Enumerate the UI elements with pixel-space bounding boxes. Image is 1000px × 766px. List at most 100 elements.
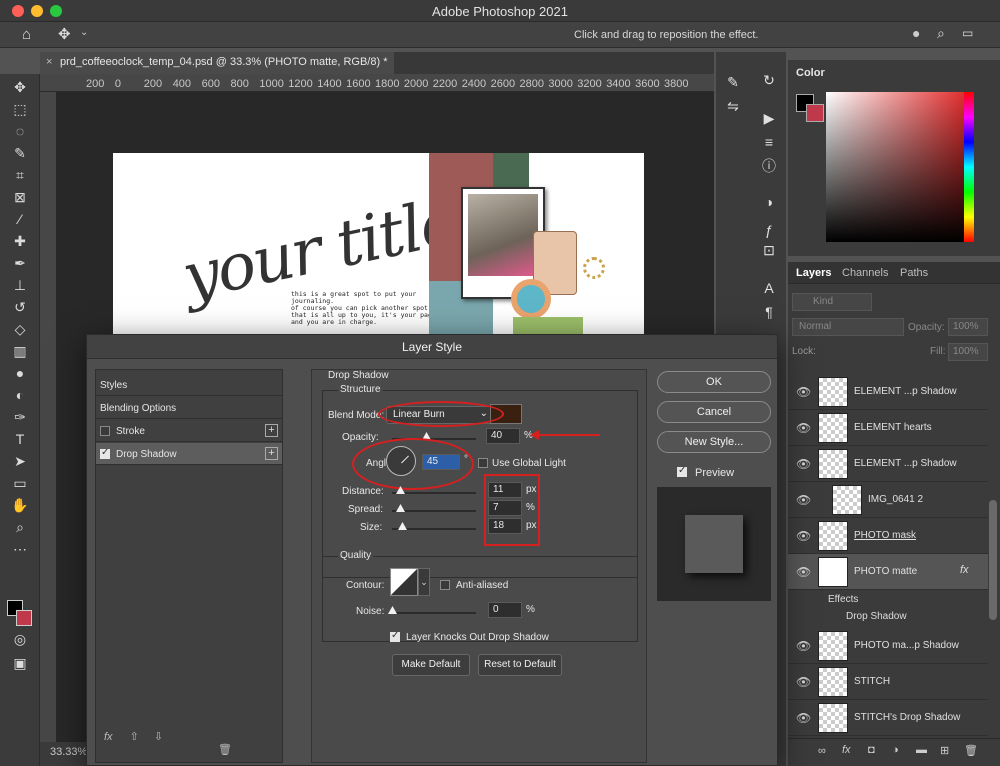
ok-button[interactable]: OK xyxy=(657,371,771,393)
use-global-light-checkbox[interactable] xyxy=(478,458,488,468)
properties-icon[interactable]: ≡ xyxy=(758,132,780,152)
eye-icon[interactable]: 👁 xyxy=(796,385,811,399)
tab-channels[interactable]: Channels xyxy=(842,267,888,279)
crop-tool-icon[interactable]: ⌗ xyxy=(10,166,30,184)
anti-aliased-checkbox[interactable] xyxy=(440,580,450,590)
make-default-button[interactable]: Make Default xyxy=(392,654,470,676)
eye-icon[interactable]: 👁 xyxy=(796,675,811,689)
home-icon[interactable]: ⌂ xyxy=(22,26,31,43)
effect-drop-shadow[interactable]: Drop Shadow xyxy=(846,611,907,622)
trash-icon[interactable]: 🗑 xyxy=(964,744,978,757)
eye-icon[interactable]: 👁 xyxy=(796,711,811,725)
path-select-tool-icon[interactable]: ➤ xyxy=(10,452,30,470)
noise-field[interactable]: 0 xyxy=(488,602,522,618)
quick-mask-icon[interactable]: ◎ xyxy=(10,630,30,648)
zoom-tool-icon[interactable]: ⌕ xyxy=(10,518,30,536)
tab-paths[interactable]: Paths xyxy=(900,267,928,279)
frame-tool-icon[interactable]: ⊠ xyxy=(10,188,30,206)
contour-dropdown-icon[interactable]: ⌄ xyxy=(418,568,430,596)
eye-icon[interactable]: 👁 xyxy=(796,639,811,653)
fx-icon[interactable]: fx xyxy=(960,564,969,576)
layer-row[interactable]: 👁 ELEMENT ...p Shadow xyxy=(788,446,988,482)
stroke-checkbox[interactable] xyxy=(100,426,110,436)
eye-icon[interactable]: 👁 xyxy=(796,457,811,471)
eye-icon[interactable]: 👁 xyxy=(796,565,811,579)
adjustments-icon[interactable]: ◑ xyxy=(758,192,780,212)
adjust-icon[interactable]: ⇋ xyxy=(722,96,744,116)
layer-blend-select[interactable]: Normal xyxy=(792,318,904,336)
history-icon[interactable]: ↻ xyxy=(758,70,780,90)
layer-row[interactable]: 👁 ELEMENT hearts xyxy=(788,410,988,446)
reset-to-default-button[interactable]: Reset to Default xyxy=(478,654,562,676)
character-icon[interactable]: A xyxy=(758,278,780,298)
color-field[interactable] xyxy=(826,92,974,242)
contour-preview[interactable] xyxy=(390,568,418,596)
layer-row[interactable]: 👁 PHOTO ma...p Shadow xyxy=(788,628,988,664)
close-tab-icon[interactable]: × xyxy=(46,56,52,68)
history-brush-icon[interactable]: ↺ xyxy=(10,298,30,316)
layer-row-selected[interactable]: 👁 PHOTO matte fx xyxy=(788,554,988,590)
actions-play-icon[interactable]: ▶ xyxy=(758,108,780,128)
drop-shadow-item[interactable]: Drop Shadow + xyxy=(96,443,282,465)
layer-row[interactable]: 👁 ELEMENT ...p Shadow xyxy=(788,374,988,410)
healing-tool-icon[interactable]: ✚ xyxy=(10,232,30,250)
tab-layers[interactable]: Layers xyxy=(796,267,831,279)
move-down-icon[interactable]: ⇩ xyxy=(154,731,163,743)
stroke-item[interactable]: Stroke + xyxy=(96,420,282,442)
eye-icon[interactable]: 👁 xyxy=(796,529,811,543)
lasso-tool-icon[interactable]: ◌ xyxy=(10,122,30,140)
hue-slider[interactable] xyxy=(964,92,974,242)
styles-item[interactable]: Styles xyxy=(96,374,282,396)
rectangle-tool-icon[interactable]: ▭ xyxy=(10,474,30,492)
layer-row[interactable]: 👁 STITCH xyxy=(788,664,988,700)
layer-row[interactable]: 👁 STITCH's Drop Shadow xyxy=(788,700,988,736)
move-tool-icon[interactable]: ✥ xyxy=(58,25,71,43)
layer-row[interactable]: 👁 IMG_0641 2 xyxy=(788,482,988,518)
layer-knocks-out-checkbox[interactable] xyxy=(390,630,400,642)
add-stroke-icon[interactable]: + xyxy=(265,424,278,437)
styles-fx-icon[interactable]: ƒ xyxy=(758,220,780,240)
document-tab[interactable]: × prd_coffeeoclock_temp_04.psd @ 33.3% (… xyxy=(40,52,394,74)
add-drop-shadow-icon[interactable]: + xyxy=(265,447,278,460)
type-tool-icon[interactable]: T xyxy=(10,430,30,448)
more-tools-icon[interactable]: ⋯ xyxy=(10,540,30,558)
info-icon[interactable]: ⓘ xyxy=(758,156,780,176)
cancel-button[interactable]: Cancel xyxy=(657,401,771,423)
workspace-icon[interactable]: ▭ xyxy=(962,26,973,40)
hand-tool-icon[interactable]: ✋ xyxy=(10,496,30,514)
fx-icon[interactable]: fx xyxy=(842,744,851,756)
dodge-tool-icon[interactable]: ◐ xyxy=(10,386,30,404)
eye-icon[interactable]: 👁 xyxy=(796,493,811,507)
gradient-tool-icon[interactable]: ▥ xyxy=(10,342,30,360)
blending-options-item[interactable]: Blending Options xyxy=(96,397,282,419)
quick-select-tool-icon[interactable]: ✎ xyxy=(10,144,30,162)
link-icon[interactable]: ∞ xyxy=(818,745,826,757)
user-icon[interactable]: ● xyxy=(912,25,920,41)
layer-opacity-field[interactable]: 100% xyxy=(948,318,988,336)
move-up-icon[interactable]: ⇧ xyxy=(130,731,139,743)
new-style-button[interactable]: New Style... xyxy=(657,431,771,453)
folder-icon[interactable]: ▬ xyxy=(916,744,927,756)
drop-shadow-checkbox[interactable] xyxy=(100,447,110,459)
layers-scroll-thumb[interactable] xyxy=(989,500,997,620)
brush-settings-icon[interactable]: ✎ xyxy=(722,72,744,92)
paragraph-icon[interactable]: ¶ xyxy=(758,302,780,322)
search-icon[interactable]: ⌕ xyxy=(937,25,945,42)
trash-icon[interactable]: 🗑 xyxy=(218,744,232,756)
eye-icon[interactable]: 👁 xyxy=(796,421,811,435)
layer-fill-field[interactable]: 100% xyxy=(948,343,988,361)
new-layer-icon[interactable]: ⊞ xyxy=(940,744,949,757)
screen-mode-icon[interactable]: ▣ xyxy=(10,654,30,672)
adjustment-layer-icon[interactable]: ◑ xyxy=(892,744,899,756)
chevron-down-icon[interactable]: ⌄ xyxy=(80,27,88,38)
opacity-field[interactable]: 40 xyxy=(486,428,520,444)
preview-checkbox[interactable] xyxy=(677,465,687,477)
eyedropper-tool-icon[interactable]: ⁄ xyxy=(10,210,30,228)
stamp-tool-icon[interactable]: ⊥ xyxy=(10,276,30,294)
eraser-tool-icon[interactable]: ◇ xyxy=(10,320,30,338)
color-bg-swatch[interactable] xyxy=(806,104,824,122)
brush-tool-icon[interactable]: ✒ xyxy=(10,254,30,272)
layer-kind-filter[interactable]: Kind xyxy=(792,293,872,311)
fx-icon[interactable]: fx xyxy=(104,731,113,743)
pen-tool-icon[interactable]: ✑ xyxy=(10,408,30,426)
